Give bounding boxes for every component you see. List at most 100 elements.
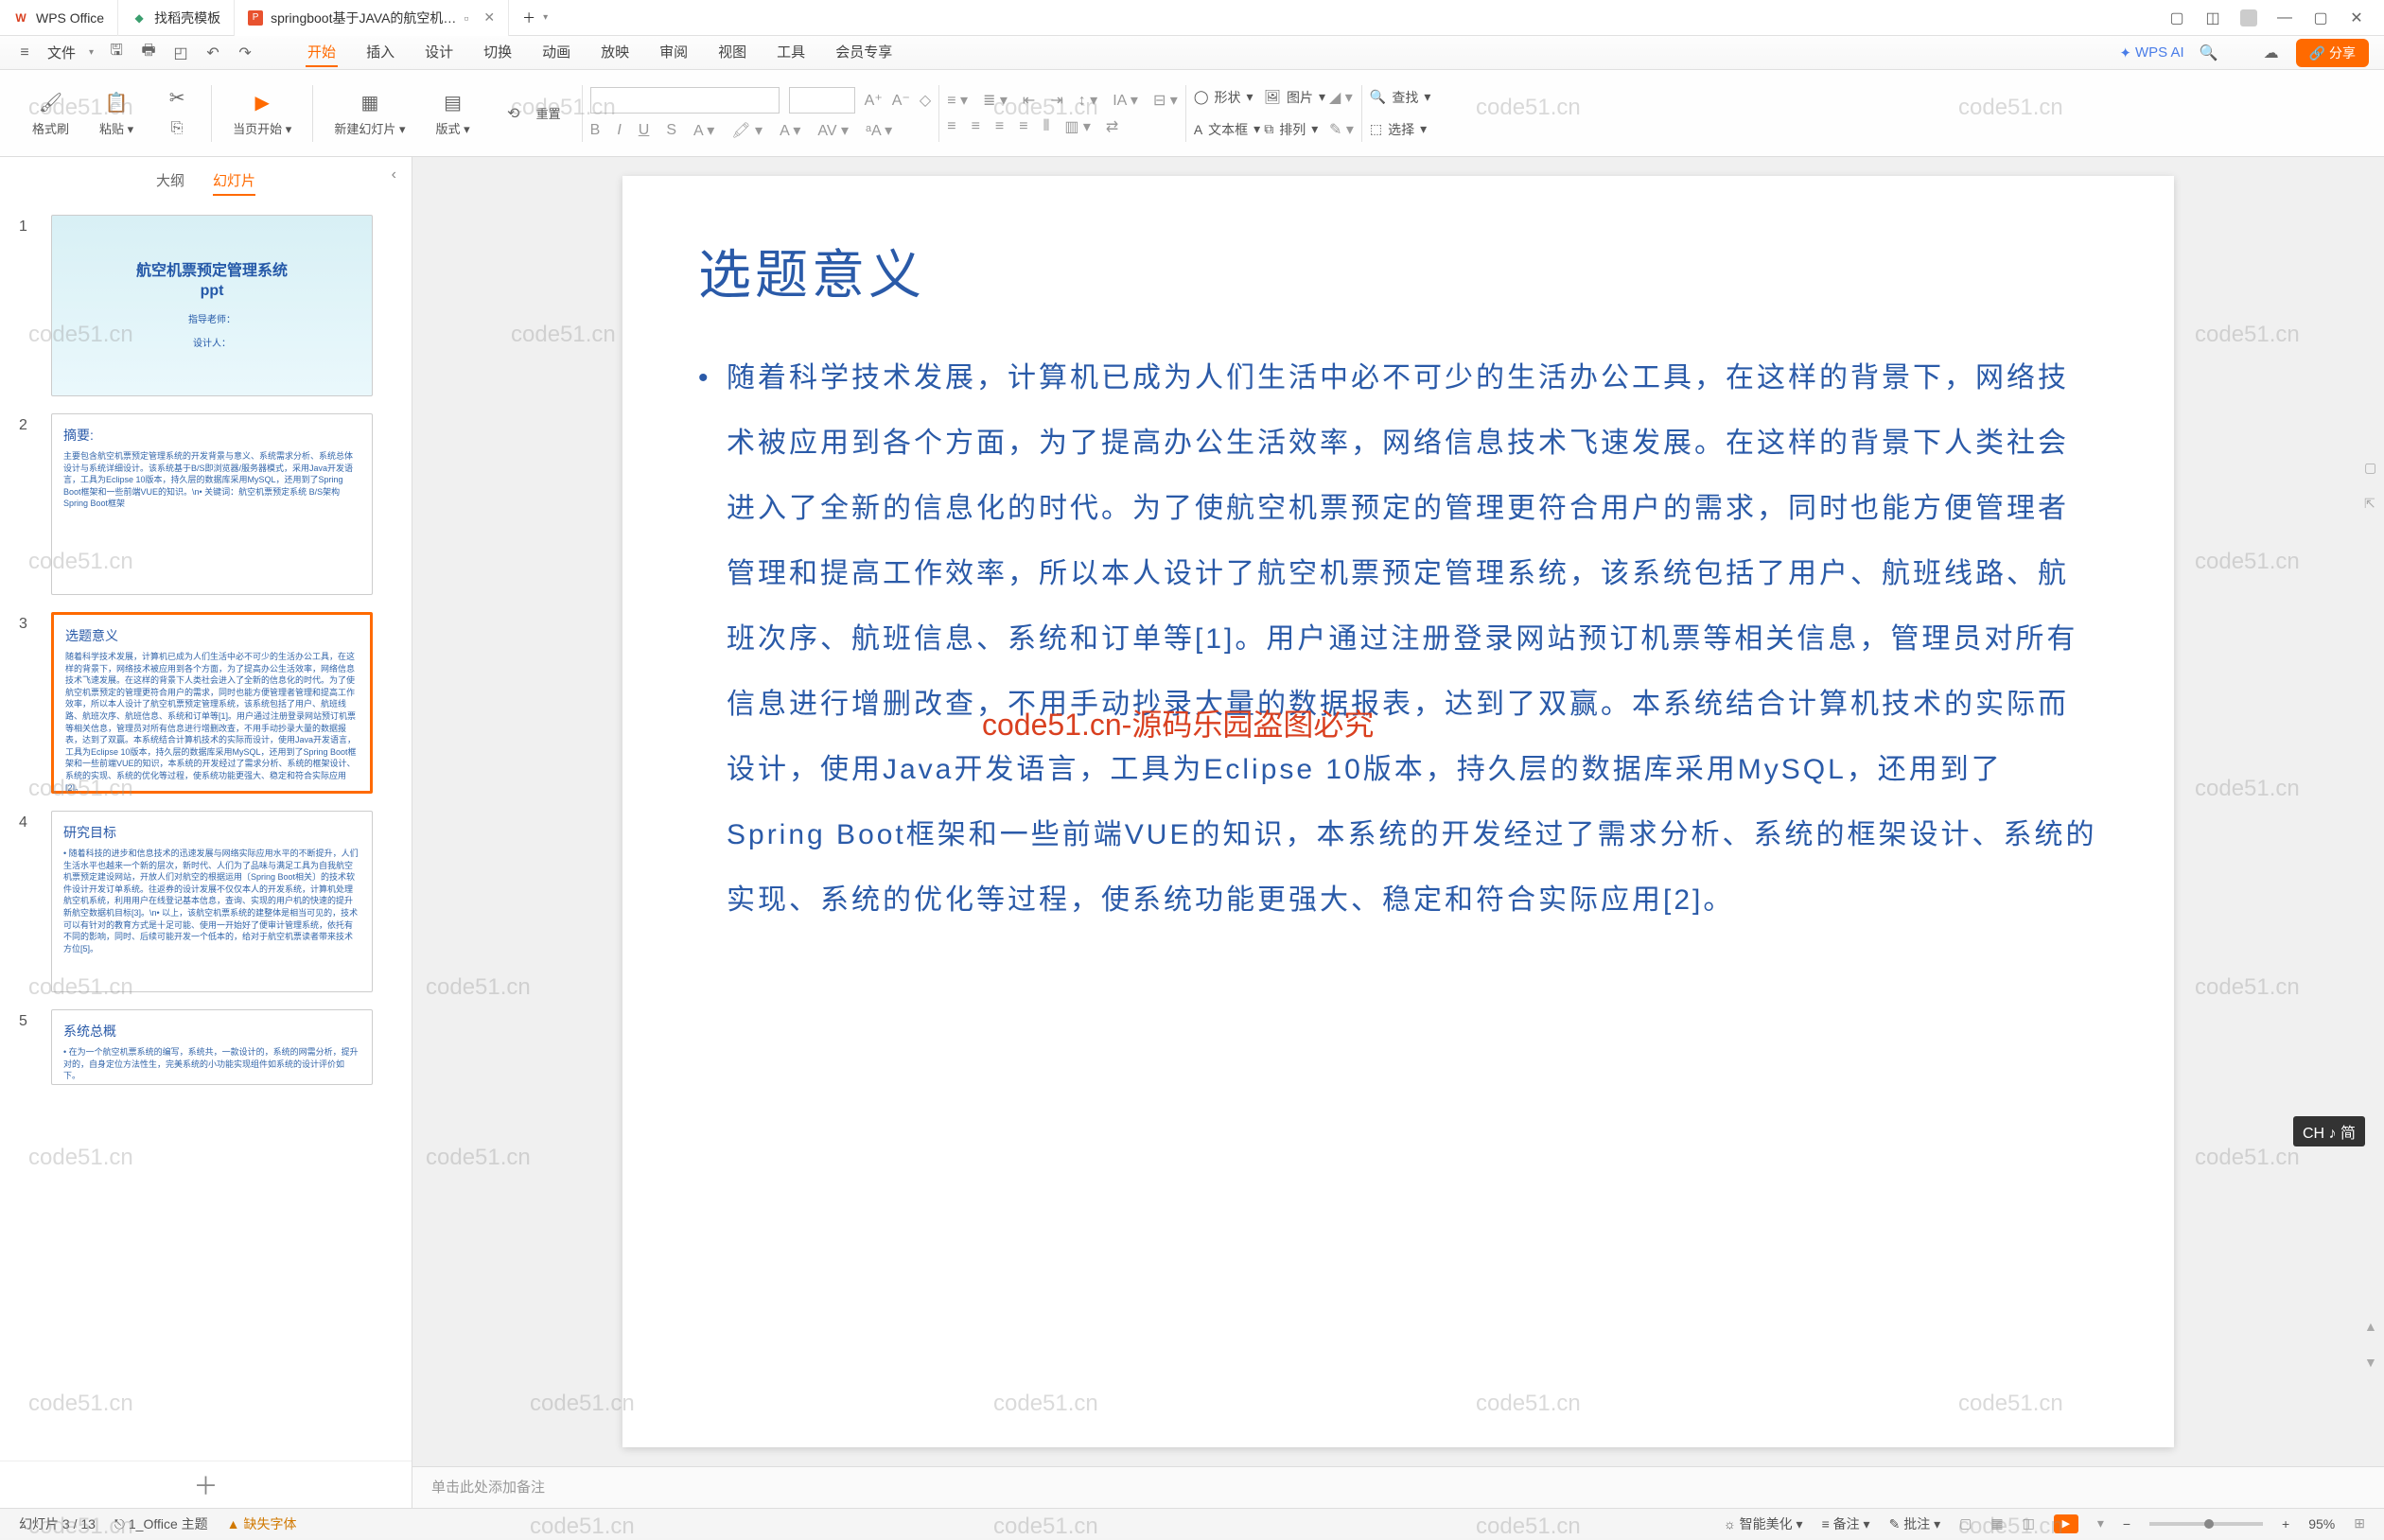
view-sorter-icon[interactable]: ▦	[1990, 1515, 2003, 1531]
close-window-icon[interactable]: ✕	[2348, 9, 2365, 26]
change-case-icon[interactable]: ᵃA ▾	[866, 121, 892, 140]
tab-start[interactable]: 开始	[306, 38, 338, 67]
menu-icon[interactable]: ≡	[15, 44, 34, 62]
share-button[interactable]: 🔗 分享	[2296, 39, 2369, 67]
align-right-icon[interactable]: ≡	[995, 118, 1004, 135]
slideshow-dropdown[interactable]: ▾	[2097, 1515, 2104, 1531]
search-icon[interactable]: 🔍	[2200, 44, 2218, 62]
from-current-button[interactable]: ▶ 当页开始 ▾	[219, 78, 305, 149]
tab-overflow-icon[interactable]: ▫	[464, 10, 468, 26]
reset-button[interactable]: ⟲ 重置	[487, 78, 574, 149]
app-icon-2[interactable]: ◫	[2204, 9, 2221, 26]
tab-review[interactable]: 审阅	[657, 38, 690, 67]
thumbnail-1[interactable]: 航空机票预定管理系统 ppt 指导老师： 设计人：	[51, 215, 373, 396]
zoom-value[interactable]: 95%	[2308, 1516, 2335, 1531]
slideshow-button[interactable]: ▶	[2054, 1514, 2078, 1533]
textbox-button[interactable]: A文本框 ▾	[1194, 120, 1260, 139]
tab-view[interactable]: 视图	[716, 38, 748, 67]
zoom-slider[interactable]	[2149, 1522, 2263, 1526]
arrange-button[interactable]: ⧉排列 ▾	[1264, 120, 1325, 139]
smart-beauty-button[interactable]: ☼ 智能美化 ▾	[1724, 1514, 1803, 1533]
tab-animation[interactable]: 动画	[540, 38, 572, 67]
app-icon-1[interactable]: ▢	[2168, 9, 2185, 26]
view-reading-icon[interactable]: ◫	[2023, 1515, 2035, 1531]
avatar-icon[interactable]	[2240, 9, 2257, 26]
new-tab-button[interactable]: ＋ ▾	[509, 0, 561, 36]
collapse-icon[interactable]: ‹	[392, 166, 396, 184]
undo-icon[interactable]: ↶	[203, 44, 222, 62]
font-family-input[interactable]	[590, 87, 780, 114]
char-spacing-icon[interactable]: AV ▾	[817, 121, 849, 140]
italic-icon[interactable]: I	[617, 122, 621, 139]
theme-indicator[interactable]: ⎋ 1_Office 主题	[114, 1514, 208, 1533]
thumbnail-3[interactable]: 选题意义 随着科学技术发展，计算机已成为人们生活中必不可少的生活办公工具，在这样…	[51, 612, 373, 794]
tab-tools[interactable]: 工具	[775, 38, 807, 67]
tab-templates[interactable]: ◆ 找稻壳模板	[118, 0, 235, 36]
clear-format-icon[interactable]: ◇	[920, 91, 931, 110]
file-menu[interactable]: 文件	[47, 43, 76, 62]
highlight-icon[interactable]: 🖍 ▾	[731, 121, 763, 140]
notes-toggle[interactable]: ≡ 备注 ▾	[1822, 1514, 1870, 1533]
slide-title[interactable]: 选题意义	[698, 233, 2098, 309]
chevron-down-icon[interactable]: ▾	[543, 12, 548, 23]
tab-insert[interactable]: 插入	[364, 38, 396, 67]
slide-body[interactable]: 随着科学技术发展，计算机已成为人们生活中必不可少的生活办公工具，在这样的背景下，…	[698, 345, 2098, 933]
layout-button[interactable]: ▤ 版式 ▾	[422, 78, 482, 149]
preview-icon[interactable]: ◰	[171, 44, 190, 62]
image-button[interactable]: 🖼图片 ▾	[1264, 88, 1325, 107]
font-decrease-icon[interactable]: A⁻	[892, 91, 910, 110]
bold-icon[interactable]: B	[590, 122, 601, 139]
redo-icon[interactable]: ↷	[236, 44, 254, 62]
font-effect-icon[interactable]: A ▾	[693, 121, 714, 140]
save-icon[interactable]: 🖫	[107, 44, 126, 62]
add-slide-button[interactable]: ＋	[0, 1461, 412, 1508]
indent-right-icon[interactable]: ⇥	[1050, 91, 1062, 110]
missing-font-warning[interactable]: ▲ 缺失字体	[227, 1514, 297, 1533]
cut-button[interactable]: ✂ ⎘	[150, 78, 203, 149]
slide-canvas[interactable]: 选题意义 随着科学技术发展，计算机已成为人们生活中必不可少的生活办公工具，在这样…	[622, 176, 2174, 1447]
cloud-icon[interactable]: ☁	[2262, 44, 2281, 62]
zoom-in-icon[interactable]: +	[2282, 1516, 2289, 1531]
indent-left-icon[interactable]: ⇤	[1023, 91, 1035, 110]
zoom-out-icon[interactable]: −	[2123, 1516, 2130, 1531]
line-spacing-icon[interactable]: ↕ ▾	[1078, 91, 1097, 110]
thumbnail-list[interactable]: 1 航空机票预定管理系统 ppt 指导老师： 设计人： 2 摘要: 主要包含航空…	[0, 205, 412, 1461]
tab-wps-home[interactable]: W WPS Office	[0, 0, 118, 36]
tab-document[interactable]: P springboot基于JAVA的航空机… ▫ ✕	[235, 0, 509, 36]
gutter-icon[interactable]: ▢	[2364, 460, 2381, 477]
shape-button[interactable]: ◯形状 ▾	[1194, 88, 1260, 107]
gutter-expand-icon[interactable]: ⇱	[2364, 496, 2381, 513]
notes-input[interactable]: 单击此处添加备注	[412, 1466, 2384, 1508]
text-direction-icon[interactable]: IA ▾	[1113, 91, 1138, 110]
view-normal-icon[interactable]: ▢	[1959, 1515, 1972, 1531]
fit-icon[interactable]: ⊞	[2354, 1515, 2365, 1531]
select-button[interactable]: ⬚选择 ▾	[1370, 120, 1430, 139]
find-button[interactable]: 🔍查找 ▾	[1370, 88, 1430, 107]
align-left-icon[interactable]: ≡	[947, 118, 955, 135]
tab-slideshow[interactable]: 放映	[599, 38, 631, 67]
tab-member[interactable]: 会员专享	[833, 38, 894, 67]
slides-tab[interactable]: 幻灯片	[213, 166, 255, 196]
close-icon[interactable]: ✕	[483, 9, 495, 26]
fill-icon[interactable]: ◢ ▾	[1329, 88, 1354, 107]
font-color-icon[interactable]: A ▾	[780, 121, 800, 140]
wps-ai-button[interactable]: ✦WPS AI	[2119, 44, 2183, 61]
thumbnail-4[interactable]: 研究目标 • 随着科技的进步和信息技术的迅速发展与网络实际应用水平的不断提升，人…	[51, 811, 373, 992]
maximize-icon[interactable]: ▢	[2312, 9, 2329, 26]
format-painter-button[interactable]: 🖌 格式刷	[19, 78, 82, 149]
align-center-icon[interactable]: ≡	[972, 118, 980, 135]
outline-icon[interactable]: ✎ ▾	[1329, 120, 1354, 139]
outline-tab[interactable]: 大纲	[156, 166, 184, 196]
align-justify-icon[interactable]: ≡	[1019, 118, 1027, 135]
paste-button[interactable]: 📋 粘贴 ▾	[86, 78, 147, 149]
print-icon[interactable]: 🖶	[139, 44, 158, 62]
new-slide-button[interactable]: ▦ 新建幻灯片 ▾	[321, 78, 418, 149]
gutter-up-icon[interactable]: ▲	[2364, 1319, 2381, 1336]
strike-icon[interactable]: S	[666, 122, 676, 139]
tab-transition[interactable]: 切换	[482, 38, 514, 67]
font-increase-icon[interactable]: A⁺	[865, 91, 883, 110]
rtl-icon[interactable]: ⇄	[1106, 117, 1118, 136]
review-toggle[interactable]: ✎ 批注 ▾	[1889, 1514, 1941, 1533]
font-size-input[interactable]	[789, 87, 855, 114]
distribute-icon[interactable]: ⫴	[1043, 118, 1050, 135]
